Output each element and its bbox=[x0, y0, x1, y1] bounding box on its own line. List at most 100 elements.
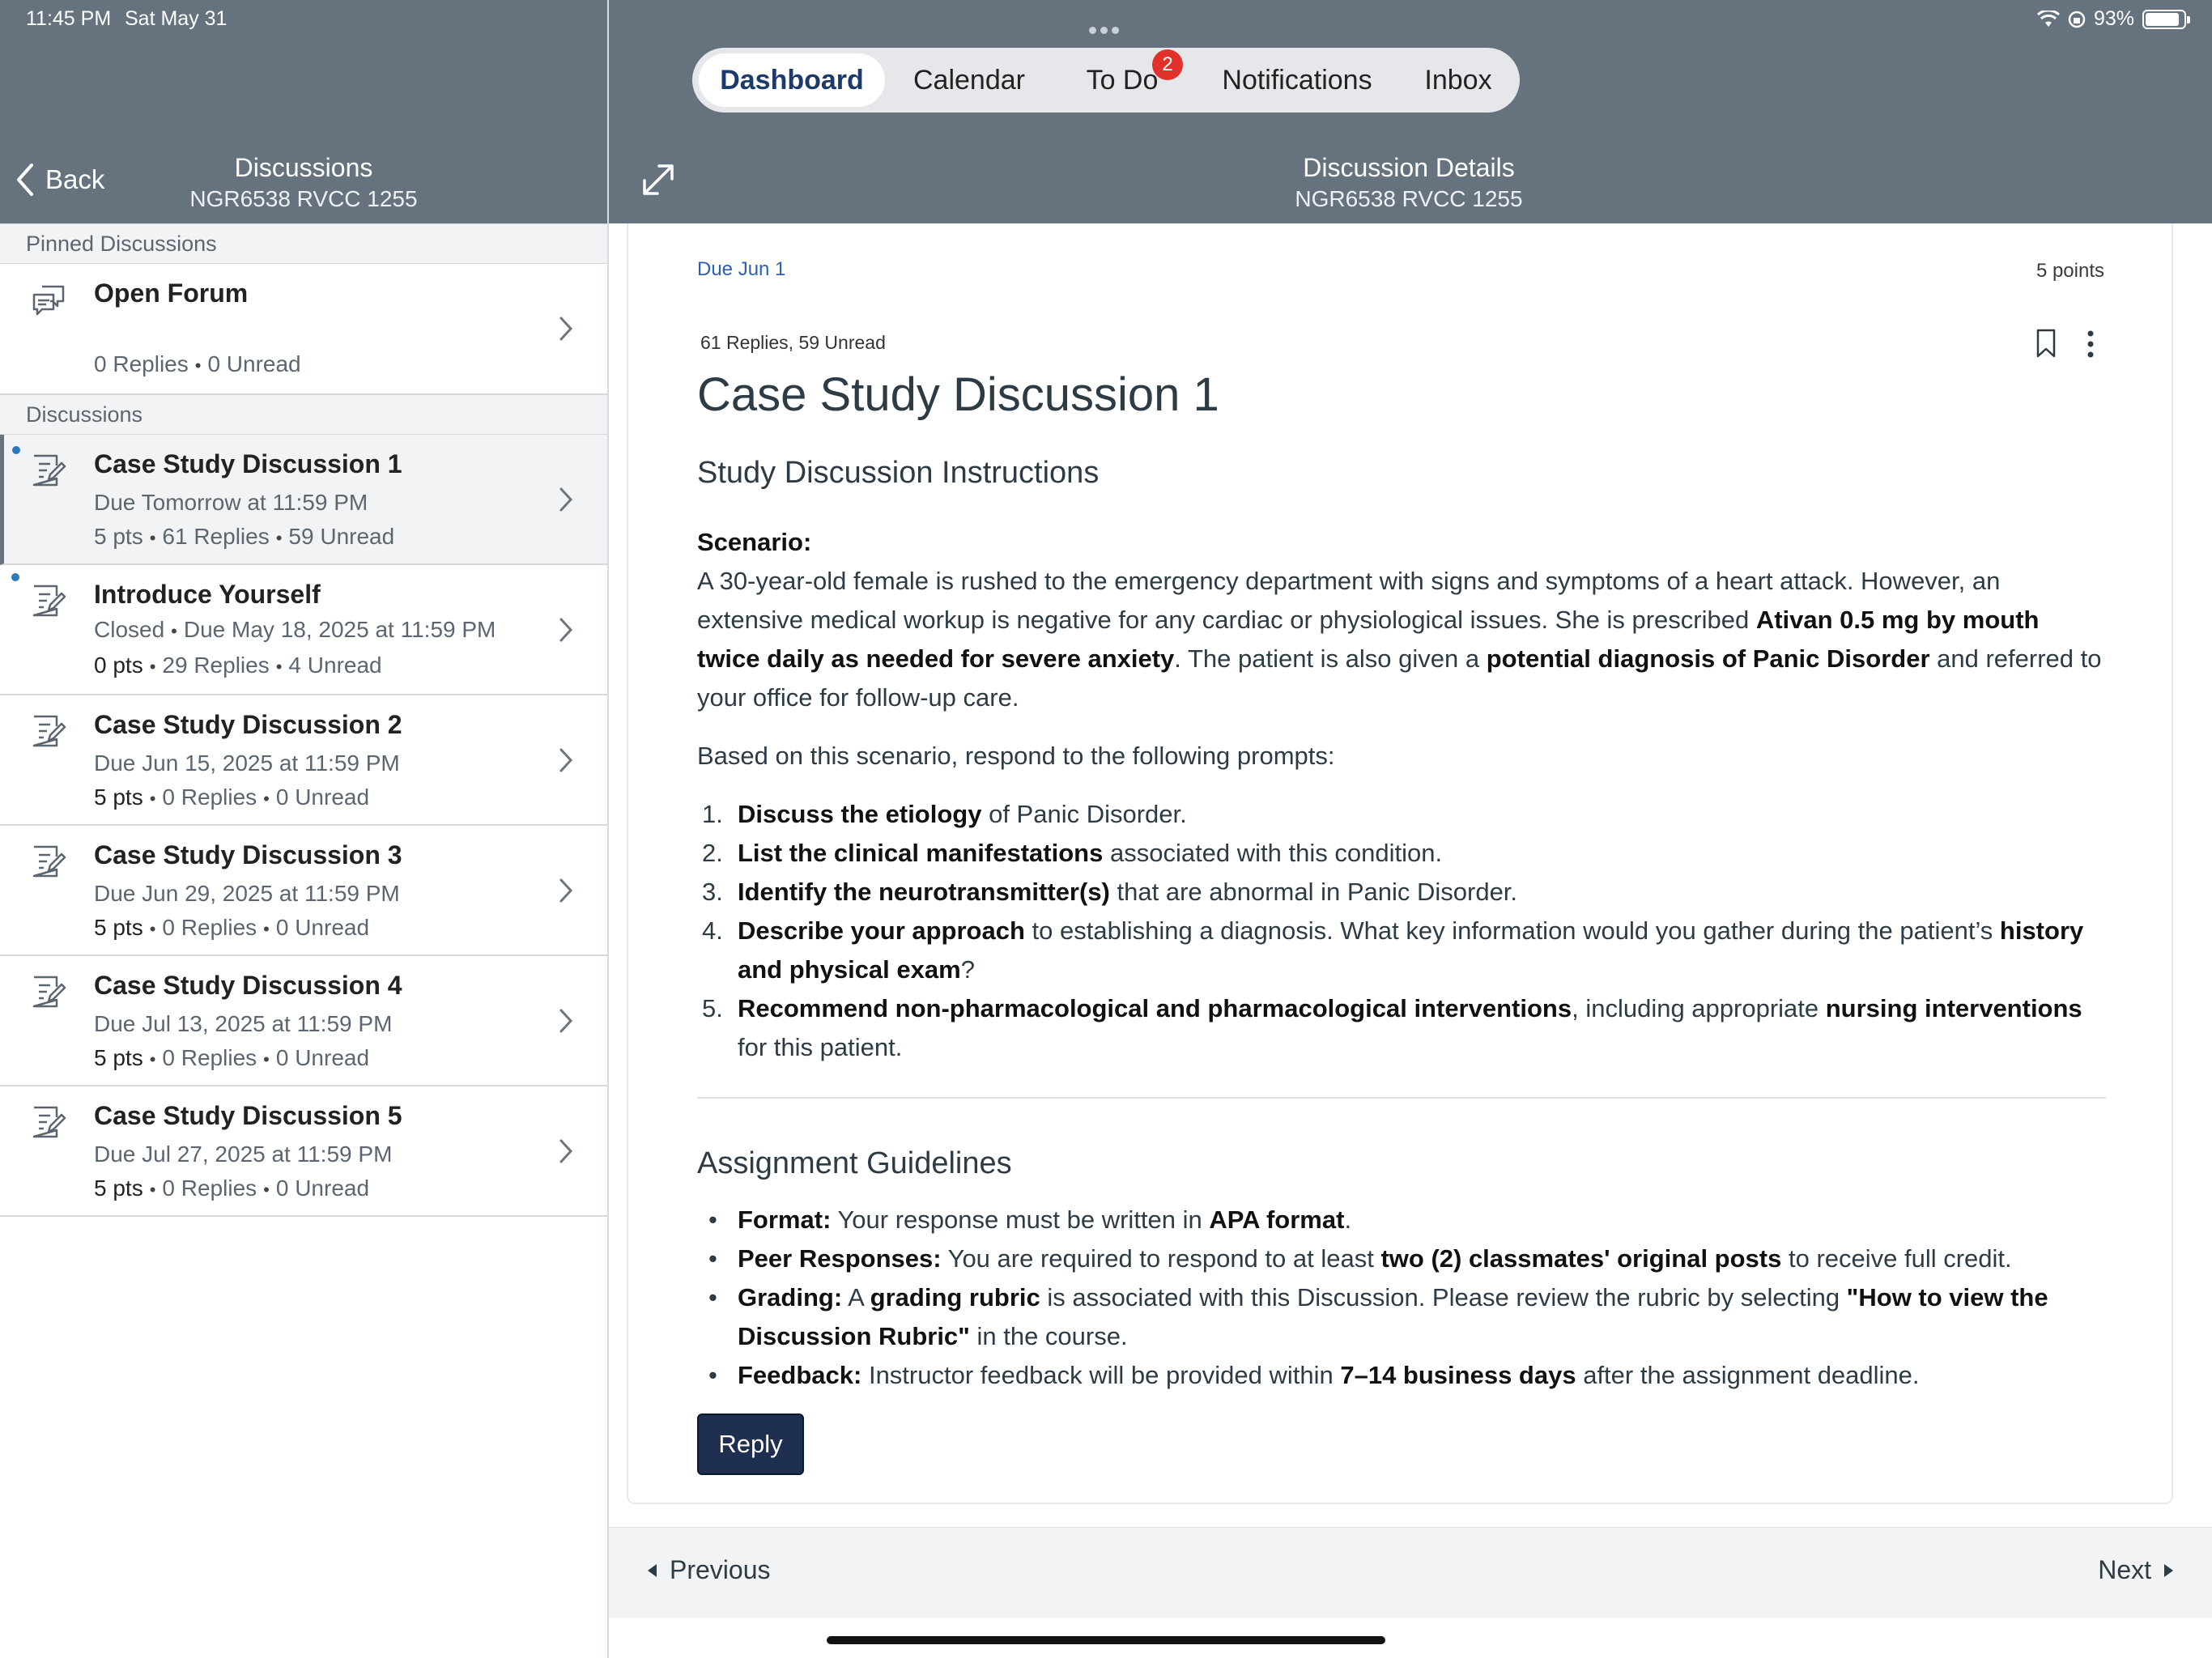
chevron-right-icon bbox=[559, 1009, 573, 1033]
points: 5 pts bbox=[94, 1175, 143, 1201]
caret-right-icon bbox=[2164, 1563, 2173, 1577]
discussion-icon bbox=[32, 454, 66, 487]
list-item: • Feedback: Instructor feedback will be p… bbox=[708, 1361, 1920, 1389]
section-divider bbox=[697, 1097, 2106, 1099]
due-date: Due May 18, 2025 at 11:59 PM bbox=[183, 617, 496, 642]
status-bar: 11:45 PM Sat May 31 93% bbox=[0, 0, 2212, 39]
discussions-title: Discussions bbox=[234, 153, 373, 182]
discussion-title: Case Study Discussion 3 bbox=[94, 840, 402, 869]
more-options-icon[interactable] bbox=[2082, 329, 2099, 359]
unread-count: 0 Unread bbox=[275, 1175, 370, 1201]
discussion-stats: 5 pts • 0 Replies • 0 Unread bbox=[94, 1175, 370, 1201]
points: 0 pts bbox=[94, 653, 143, 678]
list-item-discussion[interactable]: Case Study Discussion 1 Due Tomorrow at … bbox=[0, 435, 607, 565]
discussion-stats: 5 pts • 0 Replies • 0 Unread bbox=[94, 915, 370, 940]
previous-button[interactable]: Previous bbox=[648, 1555, 771, 1585]
unread-indicator bbox=[11, 573, 19, 581]
discussion-icon bbox=[32, 1106, 66, 1138]
unread-count: 0 Unread bbox=[275, 915, 370, 940]
detail-subtitle: NGR6538 RVCC 1255 bbox=[1295, 186, 1523, 211]
discussion-icon bbox=[32, 715, 66, 747]
list-item: 1. Discuss the etiology of Panic Disorder… bbox=[702, 800, 1187, 828]
top-nav: Dashboard Calendar To Do Notifications I… bbox=[692, 48, 1520, 113]
unread-count: 0 Unread bbox=[275, 784, 370, 810]
tab-calendar[interactable]: Calendar bbox=[887, 53, 1052, 107]
prompts-list: 1. Discuss the etiology of Panic Disorder… bbox=[697, 795, 2106, 1067]
list-item-discussion[interactable]: Case Study Discussion 4 Due Jul 13, 2025… bbox=[0, 956, 607, 1086]
due-date: Due Tomorrow at 11:59 PM bbox=[94, 490, 368, 515]
scenario: Scenario: A 30-year-old female is rushed… bbox=[697, 523, 2106, 717]
discussion-stats: 5 pts • 0 Replies • 0 Unread bbox=[94, 1045, 370, 1070]
due-date: Due Jun 15, 2025 at 11:59 PM bbox=[94, 750, 400, 776]
list-item-discussion[interactable]: Case Study Discussion 5 Due Jul 27, 2025… bbox=[0, 1086, 607, 1217]
battery-percent: 93% bbox=[2093, 7, 2134, 30]
due-date: Due Jun 1 bbox=[697, 258, 786, 280]
todo-count-badge: 2 bbox=[1152, 49, 1183, 80]
multitasking-dots-icon[interactable] bbox=[1089, 16, 1125, 34]
discussion-stats: 5 pts • 61 Replies • 59 Unread bbox=[94, 524, 395, 549]
home-indicator[interactable] bbox=[827, 1636, 1385, 1644]
chevron-right-icon bbox=[559, 1139, 573, 1163]
discussion-title: Case Study Discussion 5 bbox=[94, 1101, 402, 1130]
bookmark-icon[interactable] bbox=[2035, 328, 2057, 359]
discussion-title: Open Forum bbox=[94, 278, 249, 308]
list-item: 4. Describe your approach to establishing… bbox=[702, 916, 2084, 984]
reply-button[interactable]: Reply bbox=[697, 1414, 804, 1475]
list-item-open-forum[interactable]: Open Forum 0 Replies • 0 Unread bbox=[0, 264, 607, 395]
chevron-right-icon bbox=[559, 878, 573, 903]
pagination-bar: Previous Next bbox=[609, 1527, 2212, 1618]
status-time: 11:45 PM bbox=[26, 7, 112, 30]
unread-count: 0 Unread bbox=[275, 1045, 370, 1070]
prompt-intro: Based on this scenario, respond to the f… bbox=[697, 742, 1335, 770]
battery-icon bbox=[2142, 9, 2190, 29]
discussion-stats: 5 pts • 0 Replies • 0 Unread bbox=[94, 784, 370, 810]
list-item: 2. List the clinical manifestations assoc… bbox=[702, 839, 1443, 867]
chevron-right-icon bbox=[559, 487, 573, 512]
status-date: Sat May 31 bbox=[125, 7, 228, 30]
list-item: • Grading: A grading rubric is associated… bbox=[708, 1283, 2048, 1350]
points: 5 pts bbox=[94, 784, 143, 810]
list-item: 3. Identify the neurotransmitter(s) that … bbox=[702, 878, 1518, 906]
chevron-right-icon bbox=[559, 317, 573, 341]
discussion-stats: 0 pts • 29 Replies • 4 Unread bbox=[94, 653, 382, 678]
orientation-lock-icon bbox=[2068, 11, 2086, 28]
replies-count: 0 Replies bbox=[94, 351, 189, 376]
tab-dashboard[interactable]: Dashboard bbox=[699, 53, 885, 107]
expand-icon[interactable] bbox=[640, 161, 677, 198]
page-title: Case Study Discussion 1 bbox=[697, 368, 1219, 421]
points: 5 pts bbox=[94, 524, 143, 549]
discussion-title: Case Study Discussion 1 bbox=[94, 449, 402, 478]
tab-inbox[interactable]: Inbox bbox=[1403, 53, 1513, 107]
points-possible: 5 points bbox=[2035, 260, 2104, 282]
replies-count: 0 Replies bbox=[162, 1175, 257, 1201]
replies-count: 0 Replies bbox=[162, 915, 257, 940]
section-discussions: Discussions bbox=[0, 394, 607, 435]
points: 5 pts bbox=[94, 915, 143, 940]
discussion-icon bbox=[32, 585, 66, 617]
tab-notifications[interactable]: Notifications bbox=[1193, 53, 1402, 107]
unread-count: 4 Unread bbox=[288, 653, 382, 678]
discussion-title: Case Study Discussion 2 bbox=[94, 710, 402, 739]
list-item-discussion[interactable]: Introduce Yourself Closed • Due May 18, 20… bbox=[0, 565, 607, 695]
list-item-discussion[interactable]: Case Study Discussion 2 Due Jun 15, 2025… bbox=[0, 695, 607, 826]
replies-count: 29 Replies bbox=[162, 653, 270, 678]
unread-indicator bbox=[12, 446, 20, 454]
list-item: • Format: Your response must be written i… bbox=[708, 1205, 1352, 1234]
previous-label: Previous bbox=[670, 1555, 771, 1584]
chevron-right-icon bbox=[559, 618, 573, 642]
instructions-heading: Study Discussion Instructions bbox=[697, 456, 1100, 490]
forum-icon bbox=[32, 285, 65, 316]
list-item: • Peer Responses: You are required to res… bbox=[708, 1244, 2012, 1273]
next-button[interactable]: Next bbox=[2098, 1555, 2173, 1585]
unread-count: 0 Unread bbox=[207, 351, 301, 376]
chevron-right-icon bbox=[559, 748, 573, 772]
discussion-icon bbox=[32, 976, 66, 1008]
list-item: 5. Recommend non-pharmacological and phar… bbox=[702, 994, 2082, 1061]
replies-count: 0 Replies bbox=[162, 1045, 257, 1070]
replies-count: 0 Replies bbox=[162, 784, 257, 810]
status-indicators: 93% bbox=[2036, 7, 2190, 31]
guidelines-list: • Format: Your response must be written i… bbox=[697, 1201, 2106, 1395]
closed-status: Closed bbox=[94, 617, 165, 642]
discussion-title: Introduce Yourself bbox=[94, 580, 321, 609]
list-item-discussion[interactable]: Case Study Discussion 3 Due Jun 29, 2025… bbox=[0, 826, 607, 956]
